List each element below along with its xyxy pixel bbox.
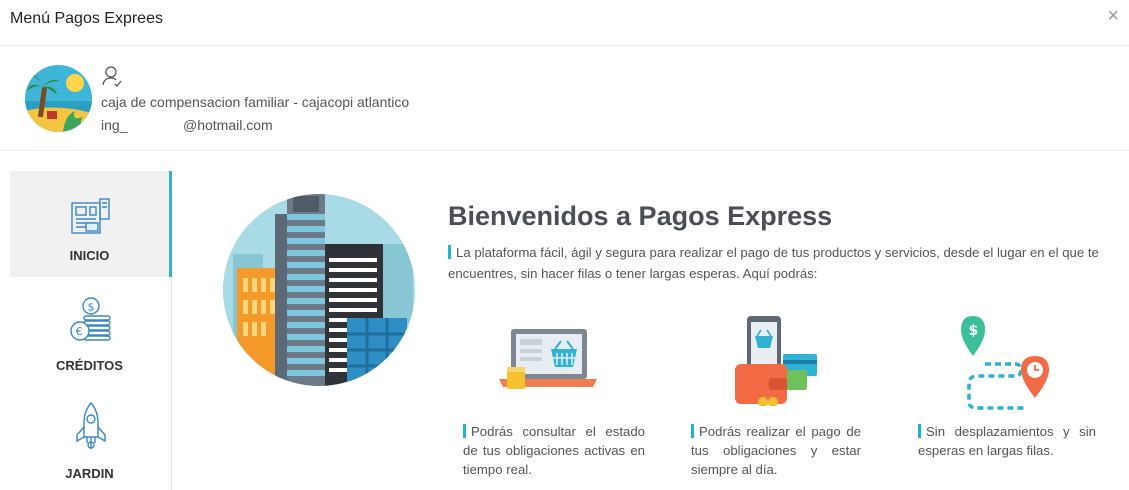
coins-icon: $ € (68, 295, 114, 341)
close-icon[interactable]: × (1107, 6, 1119, 26)
sidebar: INICIO $ € CRÉDITOS JARDIN (10, 171, 172, 490)
accent-bar (463, 424, 466, 438)
accent-bar (691, 424, 694, 438)
intro-text: La plataforma fácil, ágil y segura para … (448, 242, 1112, 284)
rocket-icon (68, 401, 114, 449)
sidebar-label-creditos: CRÉDITOS (56, 358, 123, 373)
user-icon (101, 65, 123, 87)
dashboard-icon (68, 195, 114, 241)
accent-bar (918, 424, 921, 438)
route-pins-icon: $ (955, 312, 1055, 412)
sidebar-item-creditos[interactable]: $ € CRÉDITOS (10, 277, 172, 383)
feature-no-lines-label: Sin desplazamientos y sin esperas en lar… (918, 424, 1096, 458)
email-domain: @hotmail.com (183, 117, 273, 133)
welcome-title: Bienvenidos a Pagos Express (448, 201, 833, 231)
modal-title: Menú Pagos Exprees (10, 10, 163, 27)
sidebar-item-jardin[interactable]: JARDIN (10, 383, 172, 490)
feature-consult-text: Podrás consultar el estado de tus obliga… (463, 422, 645, 479)
laptop-basket-icon (499, 323, 597, 393)
sidebar-item-inicio[interactable]: INICIO (10, 171, 172, 277)
accent-bar (448, 245, 451, 259)
avatar (25, 65, 92, 132)
sidebar-label-inicio: INICIO (69, 248, 110, 263)
intro-paragraph: La plataforma fácil, ágil y segura para … (448, 245, 1099, 281)
svg-text:€: € (76, 325, 83, 338)
city-buildings-illustration (223, 194, 415, 386)
feature-pay-text: Podrás realizar el pago de tus obligacio… (691, 422, 861, 479)
user-profile: caja de compensacion familiar - cajacopi… (0, 47, 1129, 151)
phone-wallet-icon (733, 314, 823, 407)
feature-consult-label: Podrás consultar el estado de tus obliga… (463, 424, 645, 477)
feature-no-lines-text: Sin desplazamientos y sin esperas en lar… (918, 422, 1096, 460)
sidebar-label-jardin: JARDIN (65, 466, 114, 481)
user-email: ing_ @hotmail.com (101, 117, 273, 133)
organization-name: caja de compensacion familiar - cajacopi… (101, 94, 410, 110)
svg-text:$: $ (969, 323, 979, 339)
modal-header: Menú Pagos Exprees × (0, 0, 1129, 46)
feature-pay-label: Podrás realizar el pago de tus obligacio… (691, 424, 861, 477)
svg-text:$: $ (88, 301, 95, 314)
email-prefix: ing_ (101, 117, 128, 133)
